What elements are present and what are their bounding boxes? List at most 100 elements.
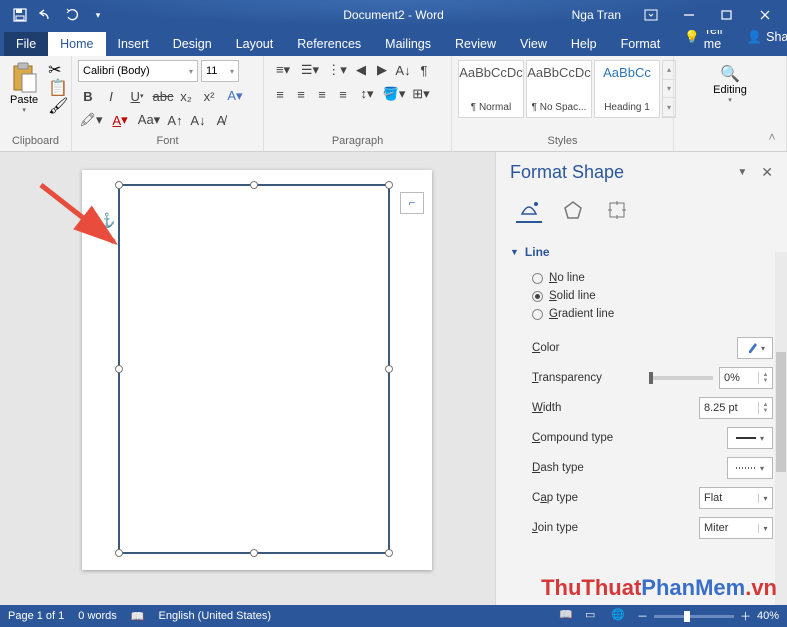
copy-icon[interactable]: 📋: [48, 78, 64, 94]
grow-font-icon[interactable]: A↑: [165, 110, 185, 130]
sort-icon[interactable]: A↓: [393, 60, 413, 80]
tab-mailings[interactable]: Mailings: [373, 32, 443, 56]
transparency-input[interactable]: 0%▲▼: [719, 367, 773, 389]
close-icon[interactable]: [747, 1, 783, 29]
zoom-out-icon[interactable]: －: [637, 608, 648, 624]
line-section-toggle[interactable]: ▼Line: [510, 241, 773, 263]
borders-icon[interactable]: ⊞▾: [408, 84, 434, 104]
show-marks-icon[interactable]: ¶: [414, 60, 434, 80]
italic-icon[interactable]: I: [101, 86, 121, 106]
maximize-icon[interactable]: [709, 1, 745, 29]
spellcheck-icon[interactable]: 📖: [131, 610, 145, 623]
panel-dropdown-icon[interactable]: ▼: [737, 167, 747, 178]
style-heading-1[interactable]: AaBbCcHeading 1: [594, 60, 660, 118]
resize-handle[interactable]: [115, 365, 123, 373]
font-name-combo[interactable]: Calibri (Body)▾: [78, 60, 198, 82]
tab-design[interactable]: Design: [161, 32, 224, 56]
bullets-icon[interactable]: ≡▾: [270, 60, 296, 80]
clipboard-label: Clipboard: [6, 135, 65, 149]
redo-icon[interactable]: [60, 3, 84, 27]
line-spacing-icon[interactable]: ↕▾: [354, 84, 380, 104]
color-picker[interactable]: ▾: [737, 337, 773, 359]
font-size-combo[interactable]: 11▾: [201, 60, 239, 82]
qat-customize-icon[interactable]: ▾: [86, 3, 110, 27]
tab-help[interactable]: Help: [559, 32, 609, 56]
resize-handle[interactable]: [385, 181, 393, 189]
user-name[interactable]: Nga Tran: [572, 8, 621, 22]
tab-insert[interactable]: Insert: [106, 32, 161, 56]
size-tab-icon[interactable]: [604, 197, 630, 223]
tab-layout[interactable]: Layout: [224, 32, 286, 56]
justify-icon[interactable]: ≡: [333, 84, 353, 104]
cap-dropdown[interactable]: Flat▾: [699, 487, 773, 509]
language-indicator[interactable]: English (United States): [159, 610, 272, 622]
align-right-icon[interactable]: ≡: [312, 84, 332, 104]
decrease-indent-icon[interactable]: ◀: [351, 60, 371, 80]
shading-icon[interactable]: 🪣▾: [381, 84, 407, 104]
tab-references[interactable]: References: [285, 32, 373, 56]
transparency-slider[interactable]: [649, 376, 713, 380]
paste-button[interactable]: Paste ▾: [6, 60, 42, 116]
compound-dropdown[interactable]: ▾: [727, 427, 773, 449]
subscript-icon[interactable]: x₂: [176, 86, 196, 106]
styles-group: AaBbCcDc¶ Normal AaBbCcDc¶ No Spac... Aa…: [452, 56, 674, 151]
change-case-icon[interactable]: Aa▾: [136, 110, 162, 130]
bold-icon[interactable]: B: [78, 86, 98, 106]
align-center-icon[interactable]: ≡: [291, 84, 311, 104]
selected-shape[interactable]: [118, 184, 390, 554]
undo-icon[interactable]: [34, 3, 58, 27]
align-left-icon[interactable]: ≡: [270, 84, 290, 104]
zoom-slider[interactable]: [654, 615, 734, 618]
save-icon[interactable]: [8, 3, 32, 27]
superscript-icon[interactable]: x²: [199, 86, 219, 106]
effects-tab-icon[interactable]: [560, 197, 586, 223]
document-canvas[interactable]: ⚓ ⌐: [0, 152, 495, 605]
resize-handle[interactable]: [385, 365, 393, 373]
ribbon-options-icon[interactable]: [633, 1, 669, 29]
strikethrough-icon[interactable]: abc: [153, 86, 173, 106]
numbering-icon[interactable]: ☰▾: [297, 60, 323, 80]
collapse-ribbon-icon[interactable]: ˄: [763, 128, 781, 146]
underline-icon[interactable]: U ▾: [124, 86, 150, 106]
tab-home[interactable]: Home: [48, 32, 105, 56]
resize-handle[interactable]: [250, 549, 258, 557]
tab-file[interactable]: File: [4, 32, 48, 56]
text-effects-icon[interactable]: A▾: [222, 86, 248, 106]
editing-button[interactable]: 🔍 Editing ▾: [709, 60, 751, 108]
no-line-radio[interactable]: No line: [532, 269, 773, 287]
word-count[interactable]: 0 words: [78, 610, 117, 622]
resize-handle[interactable]: [250, 181, 258, 189]
zoom-in-icon[interactable]: ＋: [740, 608, 751, 624]
read-mode-icon[interactable]: 📖: [559, 608, 579, 624]
format-painter-icon[interactable]: 🖌: [48, 96, 64, 112]
minimize-icon[interactable]: [671, 1, 707, 29]
zoom-level[interactable]: 40%: [757, 610, 779, 622]
multilevel-icon[interactable]: ⋮▾: [324, 60, 350, 80]
tab-view[interactable]: View: [508, 32, 559, 56]
shrink-font-icon[interactable]: A↓: [188, 110, 208, 130]
font-color-icon[interactable]: A▾: [107, 110, 133, 130]
dash-dropdown[interactable]: ▾: [727, 457, 773, 479]
style-normal[interactable]: AaBbCcDc¶ Normal: [458, 60, 524, 118]
increase-indent-icon[interactable]: ▶: [372, 60, 392, 80]
resize-handle[interactable]: [115, 549, 123, 557]
web-layout-icon[interactable]: 🌐: [611, 608, 631, 624]
tab-format[interactable]: Format: [609, 32, 673, 56]
resize-handle[interactable]: [385, 549, 393, 557]
gradient-line-radio[interactable]: Gradient line: [532, 305, 773, 323]
join-dropdown[interactable]: Miter▾: [699, 517, 773, 539]
style-no-spacing[interactable]: AaBbCcDc¶ No Spac...: [526, 60, 592, 118]
resize-handle[interactable]: [115, 181, 123, 189]
print-layout-icon[interactable]: ▭: [585, 608, 605, 624]
fill-line-tab-icon[interactable]: [516, 197, 542, 223]
page-indicator[interactable]: Page 1 of 1: [8, 610, 64, 622]
clear-formatting-icon[interactable]: A̸: [211, 110, 231, 130]
width-input[interactable]: 8.25 pt▲▼: [699, 397, 773, 419]
solid-line-radio[interactable]: Solid line: [532, 287, 773, 305]
panel-scrollbar[interactable]: [775, 252, 787, 605]
panel-close-icon[interactable]: ✕: [761, 164, 773, 181]
cut-icon[interactable]: ✂: [48, 60, 64, 76]
highlight-icon[interactable]: 🖍▾: [78, 110, 104, 130]
layout-options-button[interactable]: ⌐: [400, 192, 424, 214]
tab-review[interactable]: Review: [443, 32, 508, 56]
